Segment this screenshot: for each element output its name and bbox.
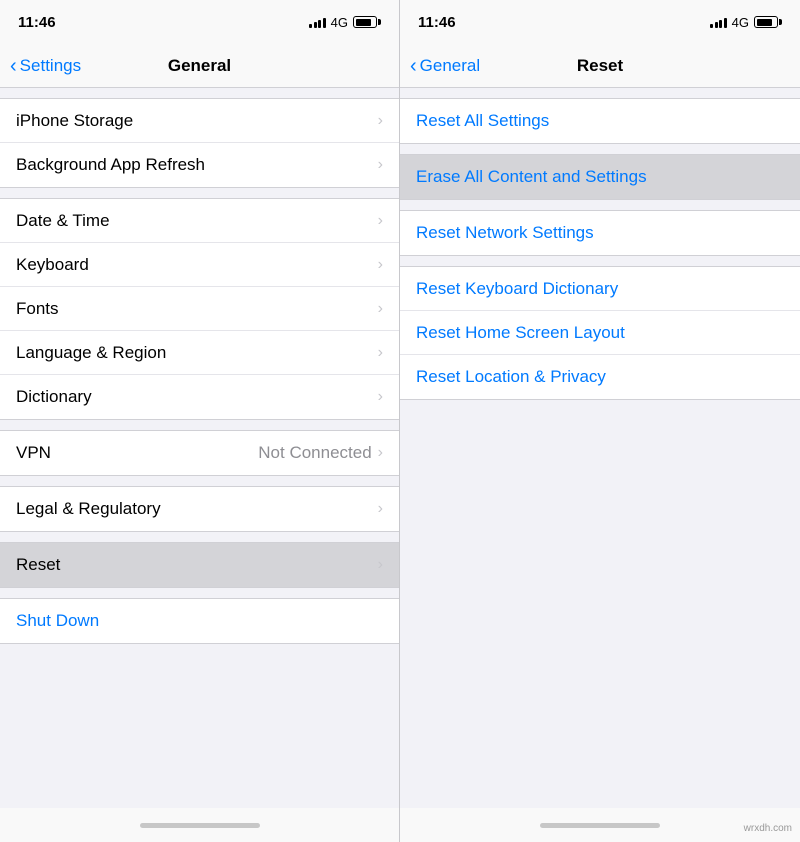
list-item-reset-keyboard-dict[interactable]: Reset Keyboard Dictionary bbox=[400, 267, 800, 311]
list-item-shut-down[interactable]: Shut Down bbox=[0, 599, 399, 643]
right-battery-icon bbox=[754, 16, 782, 28]
right-nav-title: Reset bbox=[577, 56, 623, 76]
left-status-icons: 4G bbox=[309, 15, 381, 30]
right-status-time: 11:46 bbox=[418, 14, 456, 31]
vpn-label: VPN bbox=[16, 443, 258, 463]
left-network-label: 4G bbox=[331, 15, 348, 30]
right-section-erase: Erase All Content and Settings bbox=[400, 154, 800, 200]
list-item-erase-all[interactable]: Erase All Content and Settings bbox=[400, 155, 800, 199]
keyboard-label: Keyboard bbox=[16, 255, 378, 275]
legal-regulatory-chevron-icon: › bbox=[378, 500, 383, 518]
background-refresh-chevron-icon: › bbox=[378, 156, 383, 174]
list-item-reset-all-settings[interactable]: Reset All Settings bbox=[400, 99, 800, 143]
list-item-reset-location-privacy[interactable]: Reset Location & Privacy bbox=[400, 355, 800, 399]
list-item-iphone-storage[interactable]: iPhone Storage › bbox=[0, 99, 399, 143]
right-section-reset-all: Reset All Settings bbox=[400, 98, 800, 144]
left-section-shutdown: Shut Down bbox=[0, 598, 399, 644]
left-status-bar: 11:46 4G bbox=[0, 0, 399, 44]
left-status-time: 11:46 bbox=[18, 14, 56, 31]
right-back-button[interactable]: ‹ General bbox=[410, 56, 480, 76]
keyboard-chevron-icon: › bbox=[378, 256, 383, 274]
right-status-bar: 11:46 4G bbox=[400, 0, 800, 44]
date-time-chevron-icon: › bbox=[378, 212, 383, 230]
list-item-fonts[interactable]: Fonts › bbox=[0, 287, 399, 331]
vpn-value: Not Connected bbox=[258, 443, 371, 463]
list-item-language-region[interactable]: Language & Region › bbox=[0, 331, 399, 375]
left-nav-title: General bbox=[168, 56, 231, 76]
right-home-indicator bbox=[400, 808, 800, 842]
reset-home-screen-label: Reset Home Screen Layout bbox=[416, 323, 784, 343]
left-section-storage: iPhone Storage › Background App Refresh … bbox=[0, 98, 399, 188]
list-item-keyboard[interactable]: Keyboard › bbox=[0, 243, 399, 287]
right-nav-bar: ‹ General Reset bbox=[400, 44, 800, 88]
list-item-date-time[interactable]: Date & Time › bbox=[0, 199, 399, 243]
fonts-label: Fonts bbox=[16, 299, 378, 319]
reset-label: Reset bbox=[16, 555, 378, 575]
right-status-icons: 4G bbox=[710, 15, 782, 30]
dictionary-label: Dictionary bbox=[16, 387, 378, 407]
watermark-label: wrxdh.com bbox=[744, 823, 792, 834]
shut-down-label: Shut Down bbox=[16, 611, 383, 631]
language-region-chevron-icon: › bbox=[378, 344, 383, 362]
left-settings-body: iPhone Storage › Background App Refresh … bbox=[0, 88, 399, 808]
left-back-button[interactable]: ‹ Settings bbox=[10, 56, 81, 76]
left-back-label: Settings bbox=[20, 56, 81, 76]
right-back-label: General bbox=[420, 56, 480, 76]
left-section-reset: Reset › bbox=[0, 542, 399, 588]
reset-keyboard-dict-label: Reset Keyboard Dictionary bbox=[416, 279, 784, 299]
reset-network-label: Reset Network Settings bbox=[416, 223, 784, 243]
dictionary-chevron-icon: › bbox=[378, 388, 383, 406]
right-signal-icon bbox=[710, 16, 727, 28]
list-item-reset[interactable]: Reset › bbox=[0, 543, 399, 587]
date-time-label: Date & Time bbox=[16, 211, 378, 231]
list-item-vpn[interactable]: VPN Not Connected › bbox=[0, 431, 399, 475]
legal-regulatory-label: Legal & Regulatory bbox=[16, 499, 378, 519]
right-panel: 11:46 4G ‹ General Reset Reset All Se bbox=[400, 0, 800, 842]
right-home-bar bbox=[540, 823, 660, 828]
right-settings-body: Reset All Settings Erase All Content and… bbox=[400, 88, 800, 808]
reset-all-settings-label: Reset All Settings bbox=[416, 111, 784, 131]
left-signal-icon bbox=[309, 16, 326, 28]
erase-all-label: Erase All Content and Settings bbox=[416, 167, 784, 187]
right-back-chevron-icon: ‹ bbox=[410, 56, 417, 76]
reset-location-privacy-label: Reset Location & Privacy bbox=[416, 367, 784, 387]
language-region-label: Language & Region bbox=[16, 343, 378, 363]
left-home-indicator bbox=[0, 808, 399, 842]
left-section-date: Date & Time › Keyboard › Fonts › Languag… bbox=[0, 198, 399, 420]
reset-chevron-icon: › bbox=[378, 556, 383, 574]
left-battery-icon bbox=[353, 16, 381, 28]
list-item-reset-network[interactable]: Reset Network Settings bbox=[400, 211, 800, 255]
left-panel: 11:46 4G ‹ Settings General iPhone St bbox=[0, 0, 400, 842]
list-item-legal-regulatory[interactable]: Legal & Regulatory › bbox=[0, 487, 399, 531]
iphone-storage-label: iPhone Storage bbox=[16, 111, 378, 131]
vpn-chevron-icon: › bbox=[378, 444, 383, 462]
background-refresh-label: Background App Refresh bbox=[16, 155, 378, 175]
right-network-label: 4G bbox=[732, 15, 749, 30]
left-home-bar bbox=[140, 823, 260, 828]
right-section-keyboard-location: Reset Keyboard Dictionary Reset Home Scr… bbox=[400, 266, 800, 400]
right-section-network: Reset Network Settings bbox=[400, 210, 800, 256]
list-item-reset-home-screen[interactable]: Reset Home Screen Layout bbox=[400, 311, 800, 355]
list-item-dictionary[interactable]: Dictionary › bbox=[0, 375, 399, 419]
fonts-chevron-icon: › bbox=[378, 300, 383, 318]
left-section-vpn: VPN Not Connected › bbox=[0, 430, 399, 476]
left-back-chevron-icon: ‹ bbox=[10, 56, 17, 76]
iphone-storage-chevron-icon: › bbox=[378, 112, 383, 130]
left-section-legal: Legal & Regulatory › bbox=[0, 486, 399, 532]
list-item-background-refresh[interactable]: Background App Refresh › bbox=[0, 143, 399, 187]
left-nav-bar: ‹ Settings General bbox=[0, 44, 399, 88]
